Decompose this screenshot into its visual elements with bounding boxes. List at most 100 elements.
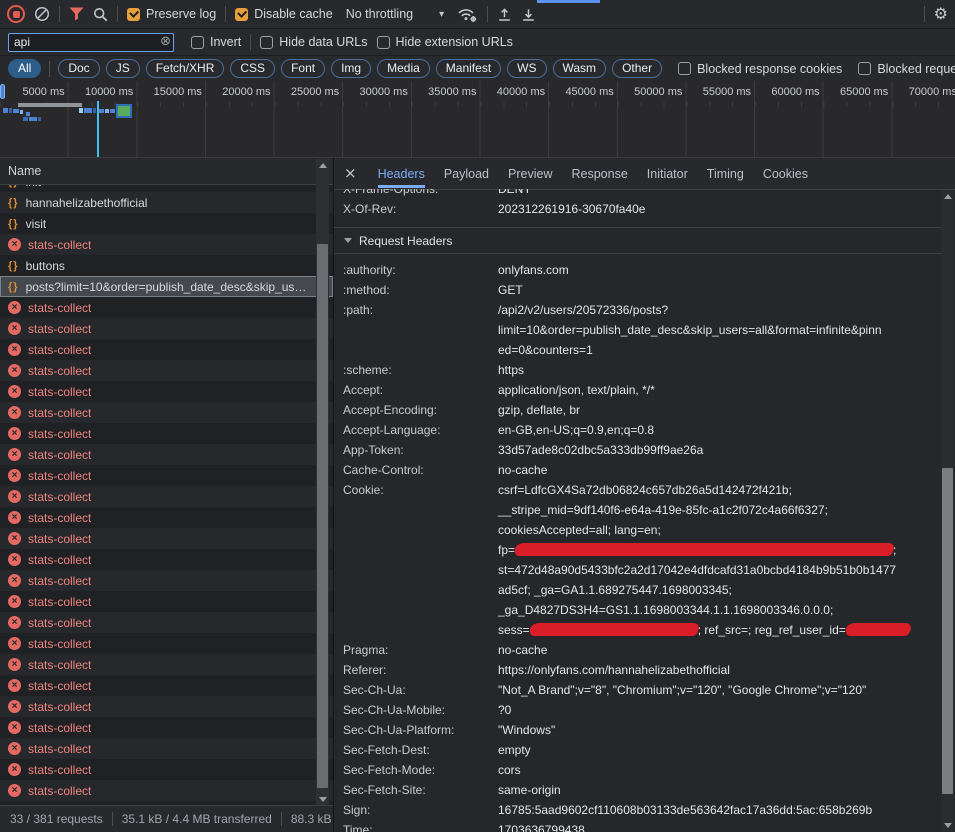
type-filter-manifest[interactable]: Manifest: [436, 59, 501, 78]
request-row[interactable]: ×stats-collect: [0, 633, 333, 654]
clear-button[interactable]: [34, 6, 50, 22]
checkbox-unchecked-icon: [191, 36, 204, 49]
request-headers-section-header[interactable]: Request Headers: [334, 227, 941, 254]
type-filter-js[interactable]: JS: [106, 59, 140, 78]
filter-checkbox-blocked-response-cookies[interactable]: Blocked response cookies: [678, 62, 842, 76]
request-row[interactable]: ×stats-collect: [0, 549, 333, 570]
request-row[interactable]: ×stats-collect: [0, 402, 333, 423]
invert-checkbox[interactable]: Invert: [191, 35, 241, 49]
request-row[interactable]: ×stats-collect: [0, 717, 333, 738]
clear-input-icon[interactable]: ⊗: [160, 35, 171, 48]
waterfall-bar: [79, 108, 83, 113]
waterfall-bar: [23, 117, 28, 121]
disable-cache-checkbox[interactable]: Disable cache: [235, 7, 333, 21]
request-row[interactable]: ×stats-collect: [0, 738, 333, 759]
request-row[interactable]: {}init: [0, 185, 333, 192]
tab-payload[interactable]: Payload: [444, 160, 489, 188]
request-row[interactable]: ×stats-collect: [0, 339, 333, 360]
filter-button[interactable]: [69, 7, 84, 21]
request-row[interactable]: {}visit: [0, 213, 333, 234]
tab-timing[interactable]: Timing: [707, 160, 744, 188]
request-row[interactable]: ×stats-collect: [0, 570, 333, 591]
scroll-down-icon[interactable]: [319, 797, 327, 802]
request-row[interactable]: ×stats-collect: [0, 381, 333, 402]
details-scrollbar[interactable]: [941, 190, 954, 832]
error-icon: ×: [8, 784, 21, 797]
search-button[interactable]: [93, 7, 108, 22]
scroll-up-icon[interactable]: [319, 163, 327, 168]
request-row[interactable]: ×stats-collect: [0, 675, 333, 696]
header-name: Cache-Control:: [343, 460, 498, 480]
request-row[interactable]: ×stats-collect: [0, 591, 333, 612]
network-conditions-button[interactable]: [457, 6, 478, 23]
export-har-button[interactable]: [521, 7, 536, 22]
request-row[interactable]: ×stats-collect: [0, 780, 333, 801]
record-button[interactable]: [7, 5, 25, 23]
toolbar-divider: [250, 34, 251, 50]
tab-response[interactable]: Response: [571, 160, 627, 188]
tab-headers[interactable]: Headers: [378, 160, 425, 188]
checkbox-unchecked-icon: [377, 36, 390, 49]
settings-button[interactable]: ⚙: [934, 6, 948, 22]
request-row[interactable]: {}buttons: [0, 255, 333, 276]
type-filter-doc[interactable]: Doc: [58, 59, 99, 78]
filter-input[interactable]: [8, 33, 174, 52]
overview-grip-handle[interactable]: [0, 84, 5, 99]
scrollbar-thumb[interactable]: [317, 244, 328, 788]
type-filter-fetch-xhr[interactable]: Fetch/XHR: [146, 59, 225, 78]
scroll-up-icon[interactable]: [944, 194, 952, 199]
request-name: hannahelizabethofficial: [26, 196, 148, 210]
hide-data-urls-checkbox[interactable]: Hide data URLs: [260, 35, 367, 49]
type-filter-ws[interactable]: WS: [507, 59, 546, 78]
type-filter-wasm[interactable]: Wasm: [553, 59, 607, 78]
request-row[interactable]: ×stats-collect: [0, 759, 333, 780]
tab-initiator[interactable]: Initiator: [647, 160, 688, 188]
request-row[interactable]: ×stats-collect: [0, 318, 333, 339]
request-row[interactable]: {}posts?limit=10&order=publish_date_desc…: [0, 276, 333, 297]
tab-cookies[interactable]: Cookies: [763, 160, 808, 188]
request-row[interactable]: ×stats-collect: [0, 465, 333, 486]
type-filter-font[interactable]: Font: [281, 59, 325, 78]
tab-preview[interactable]: Preview: [508, 160, 552, 188]
name-column-header[interactable]: Name: [0, 158, 333, 185]
type-filter-css[interactable]: CSS: [230, 59, 275, 78]
error-icon: ×: [8, 238, 21, 251]
error-icon: ×: [8, 490, 21, 503]
request-row[interactable]: ×stats-collect: [0, 423, 333, 444]
request-row[interactable]: ×stats-collect: [0, 612, 333, 633]
search-icon: [93, 7, 108, 22]
request-row[interactable]: ×stats-collect: [0, 696, 333, 717]
request-row[interactable]: ×stats-collect: [0, 297, 333, 318]
type-filter-media[interactable]: Media: [377, 59, 430, 78]
preserve-log-checkbox[interactable]: Preserve log: [127, 7, 216, 21]
import-har-button[interactable]: [497, 7, 512, 22]
request-list-scrollbar[interactable]: [316, 159, 329, 806]
header-value: en-GB,en-US;q=0.9,en;q=0.8: [498, 420, 941, 440]
request-row[interactable]: ×stats-collect: [0, 654, 333, 675]
request-row[interactable]: ×stats-collect: [0, 234, 333, 255]
type-filter-img[interactable]: Img: [331, 59, 371, 78]
waterfall-bar: [13, 109, 19, 113]
header-value: https: [498, 360, 941, 380]
request-row[interactable]: {}hannahelizabethofficial: [0, 192, 333, 213]
header-value: "Windows": [498, 720, 941, 740]
header-row: App-Token:33d57ade8c02dbc5a333db99ff9ae2…: [334, 440, 941, 460]
type-filter-all[interactable]: All: [8, 59, 41, 78]
chevron-down-icon: ▾: [439, 9, 444, 20]
header-row: Sec-Fetch-Dest:empty: [334, 740, 941, 760]
request-row[interactable]: ×stats-collect: [0, 507, 333, 528]
request-row[interactable]: ×stats-collect: [0, 486, 333, 507]
scroll-down-icon[interactable]: [944, 823, 952, 828]
throttling-select[interactable]: No throttling ▾: [342, 7, 448, 21]
request-row[interactable]: ×stats-collect: [0, 444, 333, 465]
hide-extension-urls-checkbox[interactable]: Hide extension URLs: [377, 35, 513, 49]
request-row[interactable]: ×stats-collect: [0, 528, 333, 549]
type-filter-other[interactable]: Other: [612, 59, 662, 78]
network-overview-timeline[interactable]: 5000 ms10000 ms15000 ms20000 ms25000 ms3…: [0, 81, 955, 158]
filter-checkbox-blocked-requests[interactable]: Blocked requests: [858, 62, 955, 76]
close-icon[interactable]: ×: [344, 166, 357, 181]
error-icon: ×: [8, 469, 21, 482]
scrollbar-thumb[interactable]: [942, 468, 953, 794]
request-row[interactable]: ×stats-collect: [0, 360, 333, 381]
error-icon: ×: [8, 700, 21, 713]
